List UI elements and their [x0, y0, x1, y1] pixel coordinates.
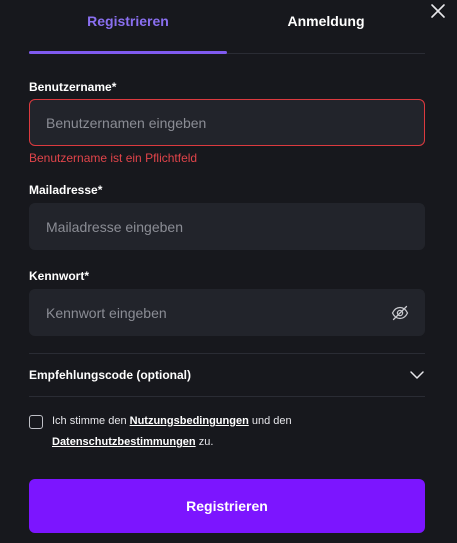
email-input[interactable] [30, 204, 424, 249]
username-input[interactable] [30, 100, 424, 145]
tab-login-label: Anmeldung [287, 13, 365, 29]
auth-tabs: Registrieren Anmeldung [29, 0, 425, 54]
terms-row: Ich stimme den Nutzungsbedingungen und d… [29, 413, 425, 453]
eye-slash-icon[interactable] [391, 304, 409, 322]
email-label: Mailadresse* [29, 183, 103, 197]
terms-text-3: zu. [195, 436, 214, 448]
password-label: Kennwort* [29, 269, 89, 283]
terms-of-use-link[interactable]: Nutzungsbedingungen [130, 415, 249, 427]
username-label: Benutzername* [29, 80, 117, 94]
terms-text-1: Ich stimme den [52, 415, 130, 427]
terms-checkbox[interactable] [29, 415, 43, 429]
close-icon[interactable] [430, 3, 446, 19]
password-input[interactable] [30, 290, 391, 335]
terms-text: Ich stimme den Nutzungsbedingungen und d… [52, 411, 292, 453]
username-field [29, 99, 425, 146]
terms-text-2: und den [248, 415, 292, 427]
privacy-policy-link[interactable]: Datenschutzbestimmungen [52, 436, 196, 448]
register-button[interactable]: Registrieren [29, 479, 425, 533]
referral-toggle[interactable]: Empfehlungscode (optional) [29, 354, 425, 396]
username-error: Benutzername ist ein Pflichtfeld [29, 151, 198, 165]
email-field [29, 203, 425, 250]
tab-register-label: Registrieren [87, 13, 169, 29]
password-field [29, 289, 425, 336]
tab-register[interactable]: Registrieren [29, 0, 227, 54]
referral-label: Empfehlungscode (optional) [29, 368, 191, 382]
tab-login[interactable]: Anmeldung [227, 0, 425, 53]
chevron-down-icon [410, 371, 424, 379]
divider-bottom [29, 396, 425, 397]
